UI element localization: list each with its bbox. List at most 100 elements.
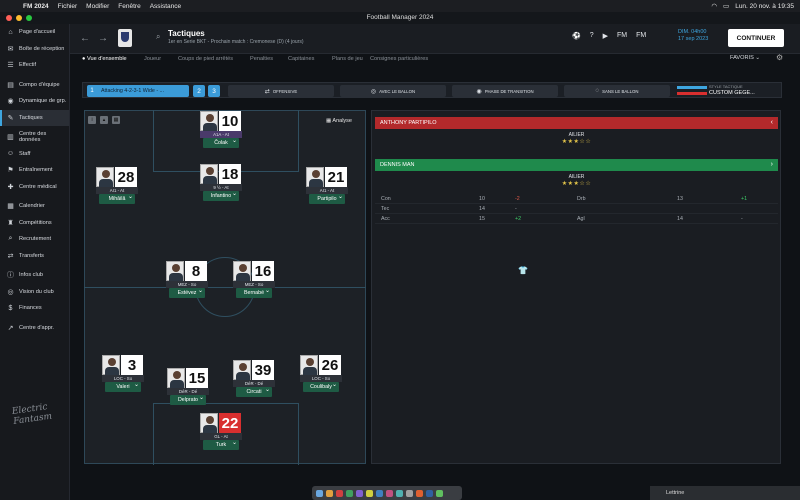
- tab-instructions[interactable]: Consignes particulières: [370, 56, 428, 62]
- player-name-dropdown[interactable]: Turk: [203, 438, 239, 450]
- player-card-1-header[interactable]: ANTHONY PARTIPILO ‹: [375, 117, 778, 129]
- sidebar-item-tactics[interactable]: ✎ Tactiques: [0, 109, 69, 126]
- menu-fenetre[interactable]: Fenêtre: [118, 3, 140, 10]
- help-icon[interactable]: ?: [590, 32, 594, 40]
- tab-set-pieces[interactable]: Coups de pied arrêtés: [178, 56, 233, 62]
- player-name-dropdown[interactable]: Coulibaly: [303, 380, 339, 392]
- player-name-dropdown[interactable]: Infantino: [203, 189, 239, 201]
- sidebar-item-info[interactable]: ⓘ Infos club: [0, 267, 69, 284]
- tab-player[interactable]: Joueur: [144, 56, 161, 62]
- player-name-dropdown[interactable]: Bernabé: [236, 286, 272, 298]
- sidebar-item-vision[interactable]: ◎ Vision du club: [0, 284, 69, 301]
- chevron-right-icon[interactable]: ›: [771, 159, 773, 171]
- search-icon[interactable]: ⌕: [156, 32, 160, 42]
- player-token[interactable]: 28 AI1 - At Mihăilă: [96, 167, 140, 211]
- club-badge-icon[interactable]: [118, 29, 132, 47]
- player-token[interactable]: 22 GL - At Turk: [200, 413, 244, 457]
- sidebar-item-staff[interactable]: ☺ Staff: [0, 146, 69, 163]
- phase-out-of-possession[interactable]: ◌ SANS LE BALLON: [564, 85, 670, 97]
- tactic-slot-3[interactable]: 3: [208, 85, 220, 97]
- player-token[interactable]: 10 A1A - At Čolak: [200, 111, 244, 155]
- tab-game-plans[interactable]: Plans de jeu: [332, 56, 363, 62]
- player-name-dropdown[interactable]: Partipilo: [309, 192, 345, 204]
- info-icon[interactable]: i: [88, 116, 96, 124]
- player-name-dropdown[interactable]: Circati: [236, 385, 272, 397]
- chevron-left-icon[interactable]: ‹: [771, 117, 773, 129]
- fm-logo-icon[interactable]: FM: [636, 32, 646, 40]
- back-icon[interactable]: ←: [80, 33, 90, 44]
- sidebar-item-lineup[interactable]: ▤ Compo d'équipe: [0, 77, 69, 94]
- sidebar-item-development[interactable]: ↗ Centre d'appr.: [0, 320, 69, 337]
- app-icon[interactable]: [436, 489, 443, 497]
- grid-icon[interactable]: ▦: [112, 116, 120, 124]
- sidebar-item-training[interactable]: ⚑ Entraînement: [0, 162, 69, 179]
- sidebar-item-squad[interactable]: ☰ Effectif: [0, 57, 69, 74]
- stack-label[interactable]: Lettrine: [666, 490, 684, 496]
- tab-captains[interactable]: Capitaines: [288, 56, 314, 62]
- player-name-dropdown[interactable]: Valeri: [105, 380, 141, 392]
- player-token[interactable]: 8 MEZ - Sо Estévez: [166, 261, 210, 305]
- player-card-2-header[interactable]: DENNIS MAN ›: [375, 159, 778, 171]
- phase-transition[interactable]: ◉ PHASE DE TRANSITION: [452, 85, 558, 97]
- app-icon[interactable]: [386, 489, 393, 497]
- app-icon[interactable]: [416, 489, 423, 497]
- player-token[interactable]: 18 9 ½ - At Infantino: [200, 164, 244, 208]
- menu-app-name[interactable]: FM 2024: [23, 3, 49, 10]
- sidebar-item-scouting[interactable]: ⌕ Recrutement: [0, 231, 69, 248]
- player-card-1[interactable]: ANTHONY PARTIPILO ‹ AILIER ★★★☆☆: [375, 117, 778, 145]
- player-token[interactable]: 39 DéR - Dé Circati: [233, 360, 277, 404]
- menu-modifier[interactable]: Modifier: [86, 3, 109, 10]
- app-icon[interactable]: [346, 489, 353, 497]
- sidebar-item-data[interactable]: ▥ Centre des données: [0, 129, 69, 146]
- tactical-style[interactable]: STYLE TACTIQUE CUSTOM GEGE...: [675, 84, 775, 98]
- app-icon[interactable]: [396, 489, 403, 497]
- sidebar-item-transfer[interactable]: ⇄ Transferts: [0, 248, 69, 265]
- app-icon[interactable]: [426, 489, 433, 497]
- tab-overview[interactable]: ● Vue d'ensemble: [82, 56, 127, 62]
- analyse-button[interactable]: ▦ Analyse: [326, 118, 352, 124]
- forward-icon[interactable]: →: [98, 33, 108, 44]
- favorites-dropdown[interactable]: FAVORIS ⌄: [730, 55, 760, 61]
- player-name-dropdown[interactable]: Estévez: [169, 286, 205, 298]
- tactic-slot-1[interactable]: 1: [87, 88, 97, 94]
- player-token[interactable]: 16 MEZ - Sо Bernabé: [233, 261, 277, 305]
- player-card-2[interactable]: DENNIS MAN › AILIER ★★★☆☆: [375, 159, 778, 187]
- player-name-dropdown[interactable]: Delprato: [170, 393, 206, 405]
- phase-in-possession[interactable]: ◎ AVEC LE BALLON: [340, 85, 446, 97]
- player-name-dropdown[interactable]: Čolak: [203, 136, 239, 148]
- player-token[interactable]: 3 LOC - Sо Valeri: [102, 355, 146, 399]
- zoom-window-button[interactable]: [26, 15, 32, 21]
- gear-icon[interactable]: ⚙: [776, 53, 783, 62]
- sidebar-item-home[interactable]: ⌂ Page d'accueil: [0, 24, 69, 41]
- app-icon[interactable]: [326, 489, 333, 497]
- sidebar-item-finance[interactable]: $ Finances: [0, 300, 69, 317]
- wifi-icon[interactable]: ◠: [711, 2, 717, 10]
- sidebar-item-dynamics[interactable]: ◉ Dynamique de grp.: [0, 93, 69, 110]
- tactic-slot-2[interactable]: 2: [193, 85, 205, 97]
- sidebar-item-medical[interactable]: ✚ Centre médical: [0, 179, 69, 196]
- player-token[interactable]: 15 DéR - Dé Delprato: [167, 368, 211, 412]
- video-icon[interactable]: ▶: [603, 32, 608, 40]
- sidebar-item-inbox[interactable]: ✉ Boîte de réception: [0, 41, 69, 58]
- app-icon[interactable]: [356, 489, 363, 497]
- fm-icon[interactable]: FM: [617, 32, 627, 40]
- formation-selector[interactable]: 1 Attacking 4-2-3-1 Wide - ...: [87, 85, 189, 97]
- phase-offensive[interactable]: ⇄ OFFENSIVE: [228, 85, 334, 97]
- battery-icon[interactable]: ▭: [723, 2, 729, 10]
- app-icon[interactable]: [376, 489, 383, 497]
- app-icon[interactable]: [336, 489, 343, 497]
- clock[interactable]: Lun. 20 nov. à 19:35: [735, 3, 794, 10]
- shirt-icon[interactable]: ▴: [100, 116, 108, 124]
- soccer-ball-icon[interactable]: ⚽: [572, 32, 581, 40]
- menu-fichier[interactable]: Fichier: [58, 3, 78, 10]
- sidebar-item-calendar[interactable]: ▦ Calendrier: [0, 198, 69, 215]
- player-name-dropdown[interactable]: Mihăilă: [99, 192, 135, 204]
- player-token[interactable]: 26 LOC - Sо Coulibaly: [300, 355, 344, 399]
- minimize-window-button[interactable]: [16, 15, 22, 21]
- continue-button[interactable]: CONTINUER: [728, 29, 784, 47]
- finder-icon[interactable]: [316, 489, 323, 497]
- tab-penalties[interactable]: Penalties: [250, 56, 273, 62]
- app-icon[interactable]: [366, 489, 373, 497]
- player-token[interactable]: 21 AI1 - At Partipilo: [306, 167, 350, 211]
- app-icon[interactable]: [406, 489, 413, 497]
